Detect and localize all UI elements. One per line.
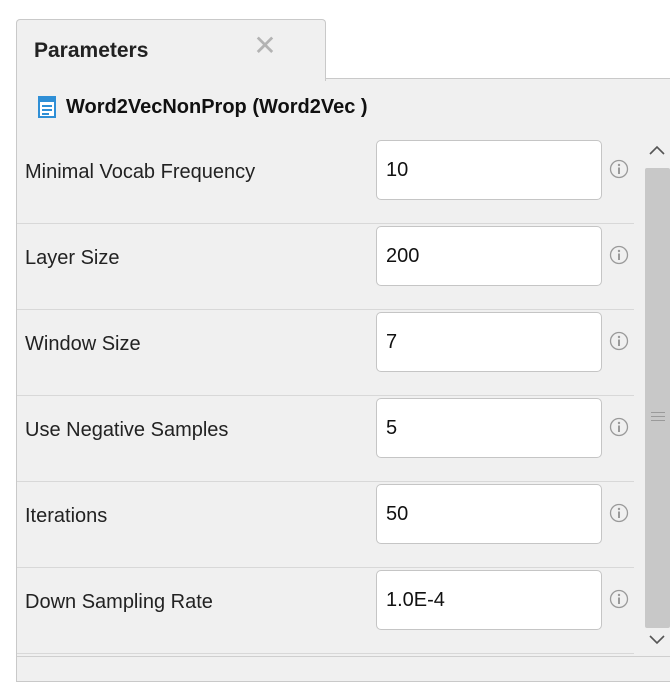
scrollbar-thumb[interactable] <box>645 168 670 628</box>
info-icon[interactable] <box>609 503 629 523</box>
iterations-input[interactable] <box>376 484 602 544</box>
parameter-row-layer-size: Layer Size <box>17 224 634 310</box>
info-icon[interactable] <box>609 159 629 179</box>
down-sampling-rate-input[interactable] <box>376 570 602 630</box>
parameter-label: Window Size <box>25 333 141 355</box>
parameter-label: Down Sampling Rate <box>25 591 213 613</box>
parameter-list: Minimal Vocab Frequency Layer Size Windo… <box>17 138 634 656</box>
parameter-label: Layer Size <box>25 247 120 269</box>
info-icon[interactable] <box>609 331 629 351</box>
close-icon[interactable]: ✕ <box>253 31 277 61</box>
tab-title: Parameters <box>34 39 149 62</box>
panel-footer-divider <box>17 656 670 657</box>
window-size-input[interactable] <box>376 312 602 372</box>
vertical-scrollbar[interactable] <box>642 138 670 656</box>
info-icon[interactable] <box>609 417 629 437</box>
operator-document-icon <box>38 96 56 118</box>
parameter-label: Iterations <box>25 505 108 527</box>
chevron-up-icon[interactable] <box>646 140 668 162</box>
layer-size-input[interactable] <box>376 226 602 286</box>
info-icon[interactable] <box>609 589 629 609</box>
minimal-vocab-frequency-input[interactable] <box>376 140 602 200</box>
parameter-row-iterations: Iterations <box>17 482 634 568</box>
chevron-down-icon[interactable] <box>646 628 668 650</box>
parameter-label: Use Negative Samples <box>25 419 229 441</box>
parameter-row-use-negative-samples: Use Negative Samples <box>17 396 634 482</box>
grip-icon <box>651 412 665 421</box>
parameter-label: Minimal Vocab Frequency <box>25 161 256 183</box>
operator-header: Word2VecNonProp (Word2Vec ) <box>38 92 368 122</box>
operator-title: Word2VecNonProp (Word2Vec ) <box>66 95 368 118</box>
parameter-row-window-size: Window Size <box>17 310 634 396</box>
tab-parameters[interactable]: Parameters ✕ <box>16 19 326 81</box>
info-icon[interactable] <box>609 245 629 265</box>
use-negative-samples-input[interactable] <box>376 398 602 458</box>
parameter-row-minimal-vocab-frequency: Minimal Vocab Frequency <box>17 138 634 224</box>
parameter-row-down-sampling-rate: Down Sampling Rate <box>17 568 634 654</box>
